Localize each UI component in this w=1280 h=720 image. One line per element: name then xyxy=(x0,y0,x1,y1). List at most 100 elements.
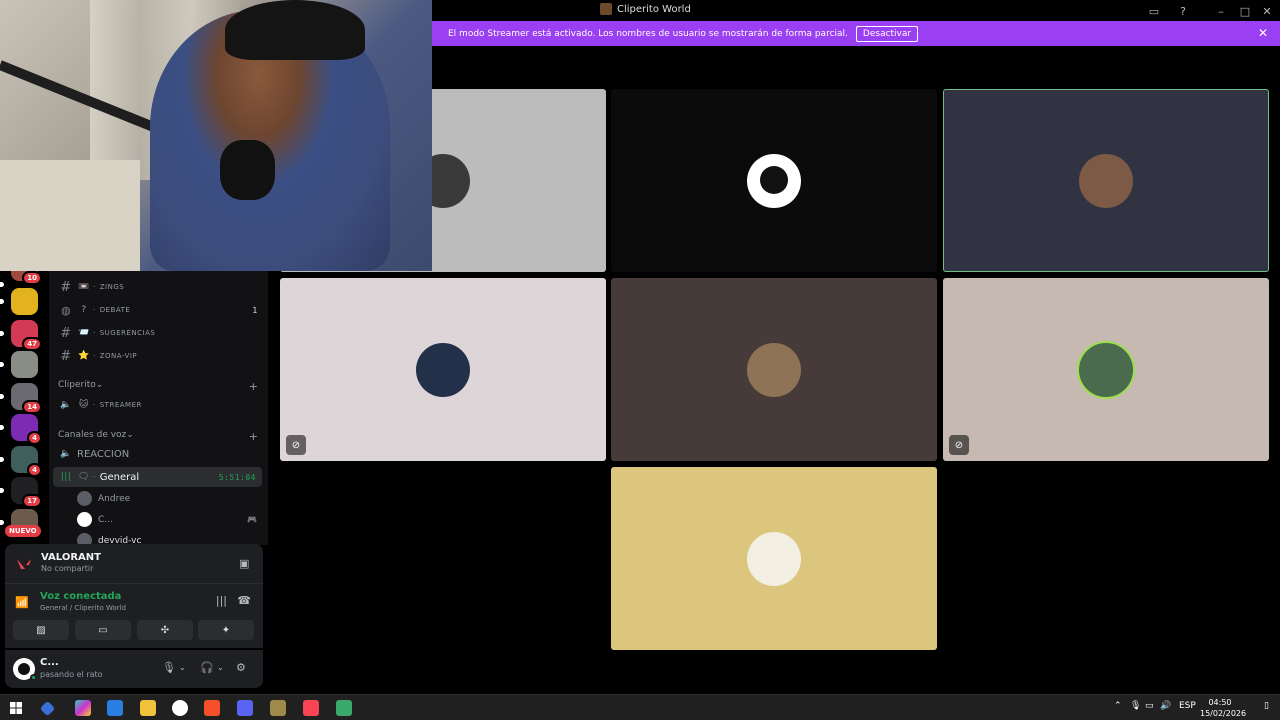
voice-channel-reaccion[interactable]: 🔈 REACCION xyxy=(49,444,268,464)
noise-suppression-icon[interactable]: ||| xyxy=(216,594,227,607)
microphone-body xyxy=(220,140,275,200)
server-list: 10 47 14 4 4 17 xyxy=(0,271,49,541)
video-tile[interactable]: ⊘ xyxy=(943,278,1269,461)
channel-emoji: 📼 xyxy=(78,282,90,292)
video-tile[interactable] xyxy=(943,89,1269,272)
category-voice[interactable]: Canales de voz ⌄ + xyxy=(58,430,258,443)
voice-channel-streamer[interactable]: 🔈 🐱 · STREAMER xyxy=(49,395,268,415)
voice-location[interactable]: General / Cliperito World xyxy=(40,604,126,612)
deactivate-button[interactable]: Desactivar xyxy=(855,25,919,42)
unread-pill xyxy=(0,520,4,525)
separator-dot: · xyxy=(93,329,96,337)
channel-name: SUGERENCIAS xyxy=(99,329,156,337)
server-icon[interactable]: 4 xyxy=(0,446,42,477)
chevron-down-icon[interactable]: ⌄ xyxy=(179,663,186,672)
voice-connected-panel: 📶 Voz conectada General / Cliperito Worl… xyxy=(5,584,263,648)
video-tile[interactable]: ⊘ xyxy=(280,278,606,461)
league-icon[interactable] xyxy=(270,700,286,716)
headphones-icon[interactable]: 🎧 xyxy=(200,661,214,674)
text-channel[interactable]: # ⭐ · ZONA-VIP xyxy=(49,346,268,366)
notification-icon[interactable]: ▯ xyxy=(1264,701,1269,711)
mic-tray-icon[interactable]: 🎙 xyxy=(1130,701,1141,711)
discord-taskbar-icon[interactable] xyxy=(237,700,253,716)
server-icon[interactable]: 4 xyxy=(0,414,42,445)
channel-emoji: ? xyxy=(81,305,87,315)
add-channel-icon[interactable]: + xyxy=(249,380,258,393)
category-cliperito[interactable]: Cliperito ⌄ + xyxy=(58,380,258,393)
brave-icon[interactable] xyxy=(204,700,220,716)
webcam-overlay xyxy=(0,0,432,271)
streamer-mode-banner: El modo Streamer está activado. Los nomb… xyxy=(432,21,1280,46)
voice-status[interactable]: Voz conectada xyxy=(40,591,121,602)
valorant-taskbar-icon[interactable] xyxy=(303,700,319,716)
disconnect-icon[interactable]: ☎ xyxy=(237,594,251,607)
volume-icon[interactable]: 🔊 xyxy=(1160,701,1171,711)
store-icon[interactable] xyxy=(107,700,123,716)
language-indicator[interactable]: ESP xyxy=(1179,701,1196,711)
chevron-down-icon[interactable]: ⌄ xyxy=(217,663,224,672)
voice-member[interactable]: Andree xyxy=(77,491,130,506)
banner-message: El modo Streamer está activado. Los nomb… xyxy=(448,28,848,39)
mention-badge: 17 xyxy=(22,494,42,508)
gear-icon[interactable]: ⚙ xyxy=(236,661,246,674)
username[interactable]: C... xyxy=(40,657,59,668)
unread-count: 1 xyxy=(252,305,258,315)
voice-channel-general[interactable]: ||| 🗨 · General 5:51:04 xyxy=(53,467,262,487)
server-icon[interactable] xyxy=(0,288,38,315)
video-tile[interactable] xyxy=(611,278,937,461)
activities-button[interactable]: ✣ xyxy=(137,620,193,640)
video-tile[interactable] xyxy=(611,467,937,650)
clock-date: 15/02/2026 xyxy=(1200,709,1247,718)
camera-off-button[interactable]: ▨ xyxy=(13,620,69,640)
app-icon-diamond[interactable] xyxy=(39,700,56,717)
hash-icon: # xyxy=(60,325,72,341)
channel-name: ZONA-VIP xyxy=(99,352,138,360)
close-icon[interactable]: ✕ xyxy=(1258,26,1268,40)
text-channel[interactable]: # 📼 · ZINGS xyxy=(49,277,268,297)
chevron-down-icon: ⌄ xyxy=(126,430,134,440)
speaker-icon: 🔈 xyxy=(60,400,72,410)
screen-share-button[interactable]: ▭ xyxy=(75,620,131,640)
unread-pill xyxy=(0,299,4,304)
signal-icon[interactable]: 📶 xyxy=(15,596,29,609)
mention-badge: 10 xyxy=(22,271,42,285)
separator-dot: · xyxy=(93,473,96,481)
server-icon xyxy=(600,3,612,15)
clock[interactable]: 04:50 15/02/2026 xyxy=(1200,697,1247,719)
windows-start-icon[interactable] xyxy=(8,700,24,716)
chevron-up-icon[interactable]: ⌃ xyxy=(1114,701,1122,711)
microphone-icon[interactable]: 🎙 xyxy=(162,661,176,674)
avatar xyxy=(77,491,92,506)
minimize-button[interactable]: – xyxy=(1213,3,1229,19)
server-icon[interactable]: 14 xyxy=(0,383,42,414)
network-icon[interactable]: ▭ xyxy=(1145,701,1154,711)
app-icon-green[interactable] xyxy=(336,700,352,716)
voice-member[interactable]: C... 🎮 xyxy=(77,512,257,527)
copilot-icon[interactable] xyxy=(75,700,91,716)
speaker-icon: 🔈 xyxy=(60,449,72,459)
file-explorer-icon[interactable] xyxy=(140,700,156,716)
text-channel[interactable]: # 📨 · SUGERENCIAS xyxy=(49,323,268,343)
channel-name: REACCION xyxy=(77,448,130,460)
obs-icon[interactable] xyxy=(172,700,188,716)
share-screen-icon[interactable]: ▣ xyxy=(239,557,253,570)
text-channel[interactable]: ◍? · DEBATE 1 xyxy=(49,300,268,320)
server-icon[interactable]: 17 xyxy=(0,477,42,508)
maximize-button[interactable]: □ xyxy=(1237,3,1253,19)
member-name: C... xyxy=(98,514,113,525)
video-tile[interactable] xyxy=(611,89,937,272)
add-channel-icon[interactable]: + xyxy=(249,430,258,443)
server-icon[interactable] xyxy=(0,351,38,378)
server-icon[interactable]: 47 xyxy=(0,320,42,351)
screen-share-icon[interactable]: ▭ xyxy=(1146,3,1162,19)
soundboard-button[interactable]: ✦ xyxy=(198,620,254,640)
member-name: Andree xyxy=(98,493,131,504)
online-status-icon xyxy=(30,674,37,681)
mention-badge: 47 xyxy=(22,337,42,351)
server-icon[interactable]: 10 xyxy=(0,271,42,287)
help-icon[interactable]: ? xyxy=(1175,3,1191,19)
participant-avatar xyxy=(747,531,801,586)
unread-pill xyxy=(0,457,4,462)
close-window-button[interactable]: ✕ xyxy=(1259,3,1275,19)
channel-emoji: 🗨 xyxy=(78,472,90,482)
